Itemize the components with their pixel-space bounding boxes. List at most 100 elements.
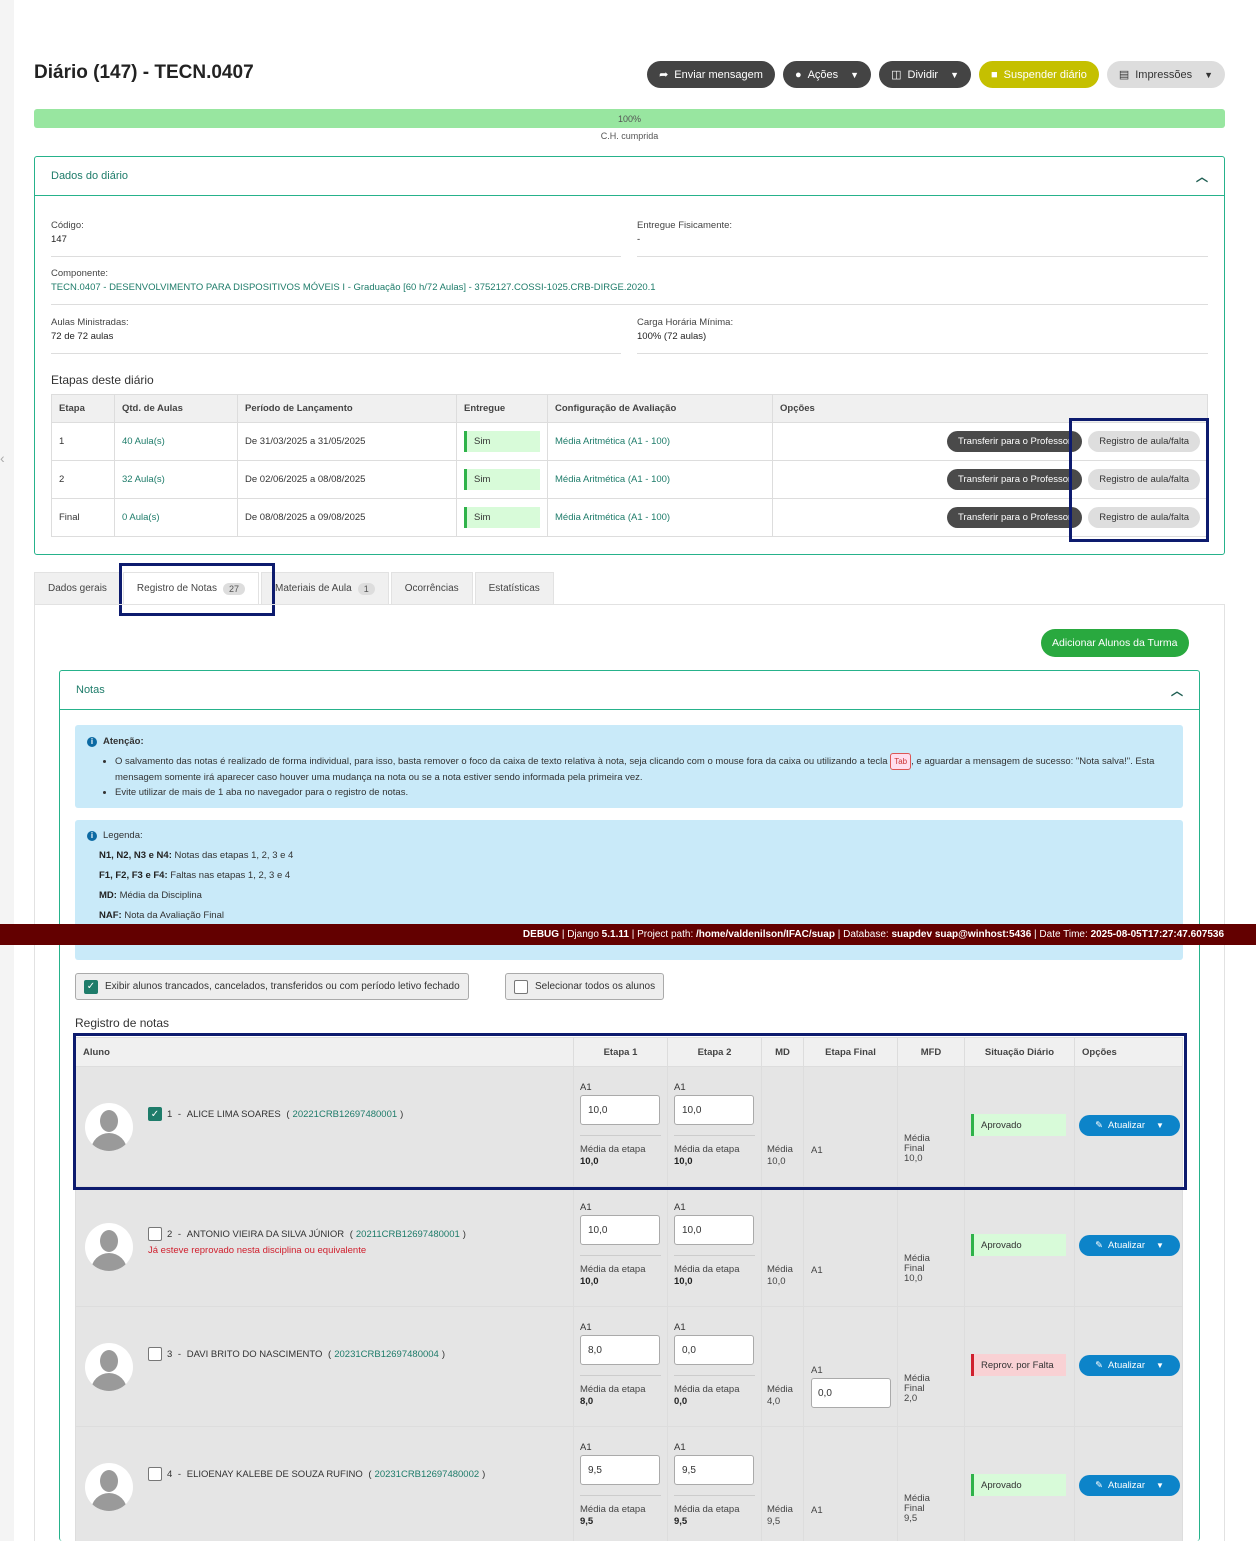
- edit-icon: ✎: [1095, 1360, 1104, 1371]
- md-label: Média: [767, 1504, 793, 1515]
- edit-icon: ✎: [1095, 1480, 1104, 1491]
- dividir-dropdown[interactable]: ◫ Dividir ▼: [879, 61, 971, 88]
- legenda-title-text: Legenda:: [103, 830, 143, 841]
- config-link[interactable]: Média Aritmética (A1 - 100): [555, 474, 670, 485]
- mfd-value: 2,0: [904, 1393, 918, 1404]
- nota-input[interactable]: 9,5: [674, 1455, 754, 1485]
- tab-estatisticas[interactable]: Estatísticas: [474, 572, 554, 605]
- exibir-alunos-checkbox[interactable]: ✓ Exibir alunos trancados, cancelados, t…: [75, 973, 469, 1000]
- matricula-link[interactable]: 20211CRB12697480001: [356, 1229, 460, 1240]
- aluno-nome: ELIOENAY KALEBE DE SOUZA RUFINO: [186, 1468, 363, 1480]
- avatar: [85, 1463, 133, 1511]
- selecionar-todos-checkbox[interactable]: Selecionar todos os alunos: [505, 973, 665, 1000]
- nota-input[interactable]: 8,0: [580, 1335, 660, 1365]
- qtd-aulas-link[interactable]: 0 Aula(s): [122, 512, 160, 523]
- adicionar-alunos-button[interactable]: Adicionar Alunos da Turma: [1041, 629, 1189, 657]
- notas-header[interactable]: Notas ︿: [60, 671, 1199, 710]
- nota-input[interactable]: 9,5: [580, 1455, 660, 1485]
- avatar-body: [91, 1493, 127, 1511]
- impressoes-dropdown[interactable]: ▤ Impressões ▼: [1106, 61, 1225, 88]
- divider: [674, 1495, 755, 1496]
- tab-materiais-aula[interactable]: Materiais de Aula 1: [260, 572, 389, 605]
- aluno-cell: 3 - DAVI BRITO DO NASCIMENTO (20231CRB12…: [75, 1306, 574, 1427]
- a1-label: A1: [580, 1442, 592, 1453]
- matricula-link[interactable]: 20231CRB12697480002: [375, 1469, 480, 1480]
- debug-text: /home/valdenilson/IFAC/suap: [696, 929, 835, 940]
- reprovado-warning: Já esteve reprovado nesta disciplina ou …: [148, 1245, 367, 1256]
- atualizar-button[interactable]: ✎ Atualizar ▼: [1079, 1235, 1180, 1256]
- media-etapa-value: 8,0: [580, 1396, 594, 1407]
- suspender-diario-button[interactable]: ■ Suspender diário: [978, 61, 1099, 88]
- transferir-button[interactable]: Transferir para o Professor: [947, 469, 1083, 490]
- table-row: 2 - ANTONIO VIEIRA DA SILVA JÚNIOR (2021…: [75, 1186, 1183, 1307]
- nota-input[interactable]: 10,0: [674, 1215, 754, 1245]
- nota-input[interactable]: 0,0: [674, 1335, 754, 1365]
- transferir-button[interactable]: Transferir para o Professor: [947, 431, 1083, 452]
- a1-label: A1: [674, 1442, 686, 1453]
- debug-text: 2025-08-05T17:27:47.607536: [1090, 929, 1224, 940]
- codigo-value: 147: [51, 234, 67, 245]
- notas-title: Notas: [76, 684, 105, 696]
- aluno-paren: (: [347, 1228, 353, 1240]
- chevron-down-icon: ▼: [950, 69, 959, 80]
- media-etapa-label: Média da etapa: [674, 1264, 740, 1275]
- enviar-mensagem-button[interactable]: ➦ Enviar mensagem: [647, 61, 775, 88]
- atualizar-button[interactable]: ✎ Atualizar ▼: [1079, 1355, 1180, 1376]
- divider: [580, 1255, 661, 1256]
- chevron-up-icon[interactable]: ︿: [1196, 168, 1208, 185]
- checkbox-checked-icon: ✓: [84, 979, 98, 994]
- progress-fill: 100%: [34, 109, 1225, 128]
- matricula-link[interactable]: 20231CRB12697480004: [334, 1349, 439, 1360]
- etapas-table: Etapa Qtd. de Aulas Período de Lançament…: [51, 394, 1208, 537]
- tab-ocorrencias[interactable]: Ocorrências: [390, 572, 473, 605]
- divider: [51, 256, 621, 257]
- dividir-label: Dividir: [907, 68, 939, 81]
- config-link[interactable]: Média Aritmética (A1 - 100): [555, 436, 670, 447]
- qtd-aulas-link[interactable]: 32 Aula(s): [122, 474, 165, 485]
- nota-input[interactable]: 10,0: [580, 1215, 660, 1245]
- qtd-aulas-link[interactable]: 40 Aula(s): [122, 436, 165, 447]
- acoes-dropdown[interactable]: ● Ações ▼: [782, 61, 872, 88]
- highlight-box: [1069, 418, 1209, 542]
- atualizar-button[interactable]: ✎ Atualizar ▼: [1079, 1475, 1180, 1496]
- chevron-up-icon[interactable]: ︿: [1171, 682, 1183, 699]
- checkbox-icon[interactable]: [148, 1227, 162, 1241]
- etapa-final-cell: A1 0,0: [803, 1306, 898, 1427]
- aluno-info: 3 - DAVI BRITO DO NASCIMENTO (20231CRB12…: [148, 1347, 445, 1361]
- a1-label: A1: [811, 1505, 823, 1516]
- media-etapa: Média da etapa 8,0: [580, 1384, 646, 1408]
- mfd-value: 10,0: [904, 1273, 923, 1284]
- entregue-value: -: [637, 234, 641, 245]
- transferir-button[interactable]: Transferir para o Professor: [947, 507, 1083, 528]
- debug-text: DEBUG: [522, 929, 560, 940]
- dados-diario-header[interactable]: Dados do diário ︿: [35, 157, 1224, 196]
- divider: [637, 256, 1208, 257]
- componente-link[interactable]: TECN.0407 - DESENVOLVIMENTO PARA DISPOSI…: [51, 282, 656, 293]
- etapa1-cell: A1 9,5 Média da etapa 9,5: [573, 1426, 668, 1541]
- checkbox-icon: [514, 979, 528, 994]
- atencao-text: Evite utilizar de mais de 1 aba no naveg…: [115, 787, 409, 798]
- aluno-sep: -: [175, 1468, 184, 1480]
- legenda-key: F1, F2, F3 e F4:: [99, 870, 168, 881]
- tabs: Dados gerais Registro de Notas 27 Materia…: [34, 572, 556, 605]
- divider: [674, 1255, 755, 1256]
- naf-input[interactable]: 0,0: [811, 1378, 891, 1408]
- config-link[interactable]: Média Aritmética (A1 - 100): [555, 512, 670, 523]
- checkbox-icon[interactable]: [148, 1347, 162, 1361]
- page-title: Diário (147) - TECN.0407: [34, 62, 254, 83]
- md-info: Média 4,0: [767, 1384, 793, 1408]
- enviar-mensagem-label: Enviar mensagem: [674, 68, 763, 81]
- debug-text: suapdev suap@winhost:5436: [891, 929, 1032, 940]
- atencao-alert: i Atenção: O salvamento das notas é real…: [75, 725, 1183, 808]
- checkbox-icon[interactable]: [148, 1467, 162, 1481]
- collapse-sidebar-icon[interactable]: ‹: [0, 450, 5, 466]
- media-etapa: Média da etapa 0,0: [674, 1384, 740, 1408]
- impressoes-label: Impressões: [1135, 68, 1193, 81]
- periodo-cell: De 02/06/2025 a 08/08/2025: [237, 460, 457, 499]
- tab-dados-gerais[interactable]: Dados gerais: [34, 572, 121, 605]
- atencao-list: O salvamento das notas é realizado de fo…: [115, 753, 1171, 800]
- opcoes-cell: ✎ Atualizar ▼: [1074, 1306, 1183, 1427]
- debug-text: | Django: [559, 929, 602, 940]
- etapa-row: 2 32 Aula(s) De 02/06/2025 a 08/08/2025 …: [51, 460, 1208, 499]
- aluno-cell: 2 - ANTONIO VIEIRA DA SILVA JÚNIOR (2021…: [75, 1186, 574, 1307]
